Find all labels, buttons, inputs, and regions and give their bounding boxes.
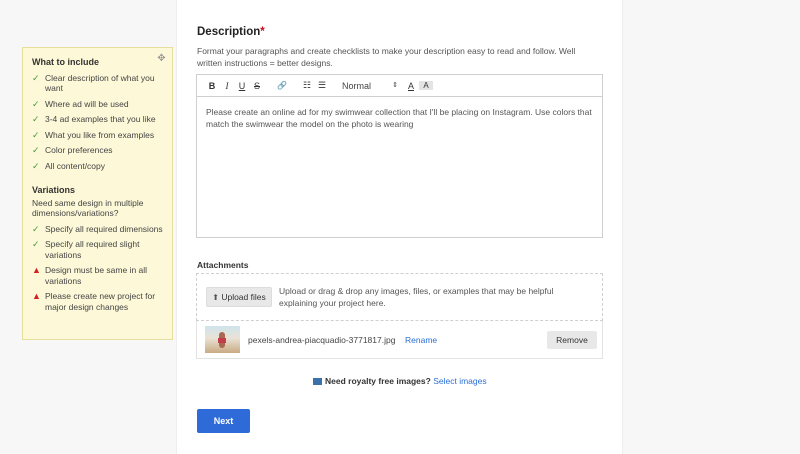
description-help: Format your paragraphs and create checkl… [197, 46, 576, 68]
attachments-title: Attachments [197, 260, 249, 270]
variations-list: ✓ Specify all required dimensions ✓ Specif… [32, 224, 164, 313]
list-item: ✓ Color preferences [32, 145, 113, 155]
include-heading: What to include [32, 57, 99, 67]
bullet-list-icon[interactable]: ☰ [315, 80, 329, 91]
check-icon: ✓ [32, 98, 40, 109]
description-title: Description* [197, 26, 265, 38]
check-icon: ✓ [32, 129, 40, 140]
bold-button[interactable]: B [205, 81, 219, 91]
check-icon: ✓ [32, 160, 40, 171]
select-arrows-icon: ⇕ [392, 81, 398, 89]
attachment-row: pexels-andrea-piacquadio-3771817.jpg Ren… [196, 321, 603, 359]
attachment-filename: pexels-andrea-piacquadio-3771817.jpg [248, 335, 396, 345]
variations-subtitle: Need same design in multiple dimensions/… [32, 197, 144, 219]
image-icon [313, 378, 322, 385]
attachment-thumbnail [205, 326, 240, 353]
dropzone-text: Upload or drag & drop any images, files,… [279, 286, 554, 308]
check-icon: ✓ [32, 239, 40, 249]
list-item: ✓ Specify all required slight variations [32, 239, 140, 260]
include-list: ✓ Clear description of what you want ✓ Whe… [32, 73, 164, 172]
list-item: ✓ What you like from examples [32, 129, 155, 140]
format-select[interactable]: Normal ⇕ [342, 81, 398, 91]
list-item: ▲ Please create new project for major des… [32, 291, 156, 312]
upload-icon: ⬆ [212, 293, 219, 302]
highlight-button[interactable]: A [419, 81, 433, 90]
list-item: ✓ Where ad will be used [32, 98, 129, 109]
list-item: ✓ Clear description of what you want [32, 72, 155, 94]
remove-button[interactable]: Remove [547, 331, 597, 349]
check-icon: ✓ [32, 72, 40, 83]
next-button[interactable]: Next [197, 409, 250, 433]
strikethrough-button[interactable]: S [250, 81, 264, 91]
list-item: ▲ Design must be same in all variations [32, 265, 148, 286]
variations-heading: Variations [32, 185, 76, 195]
ordered-list-icon[interactable]: ☷ [300, 80, 314, 91]
select-images-link[interactable]: Select images [433, 376, 486, 386]
underline-button[interactable]: U [235, 81, 249, 91]
upload-dropzone[interactable]: ⬆ Upload files Upload or drag & drop any… [196, 273, 603, 321]
list-item: ✓ 3-4 ad examples that you like [32, 114, 156, 124]
tips-panel: ✥ What to include ✓ Clear description of … [22, 47, 173, 340]
description-editor: B I U S 🔗 ☷ ☰ Normal ⇕ A A Please create … [196, 74, 603, 238]
move-icon[interactable]: ✥ [156, 53, 167, 64]
royalty-free-prompt: Need royalty free images? Select images [313, 376, 487, 386]
italic-button[interactable]: I [220, 81, 234, 91]
warning-icon: ▲ [32, 265, 41, 275]
editor-toolbar: B I U S 🔗 ☷ ☰ Normal ⇕ A A [197, 75, 602, 97]
list-item: ✓ All content/copy [32, 160, 106, 171]
font-color-button[interactable]: A [404, 81, 418, 91]
upload-files-button[interactable]: ⬆ Upload files [206, 287, 272, 307]
check-icon: ✓ [32, 114, 40, 124]
link-icon[interactable]: 🔗 [275, 81, 289, 90]
rename-link[interactable]: Rename [405, 335, 437, 345]
required-mark: * [260, 26, 265, 38]
check-icon: ✓ [32, 223, 40, 234]
description-textarea[interactable]: Please create an online ad for my swimwe… [197, 97, 602, 139]
list-item: ✓ Specify all required dimensions [32, 223, 163, 234]
warning-icon: ▲ [32, 291, 41, 301]
check-icon: ✓ [32, 145, 40, 155]
